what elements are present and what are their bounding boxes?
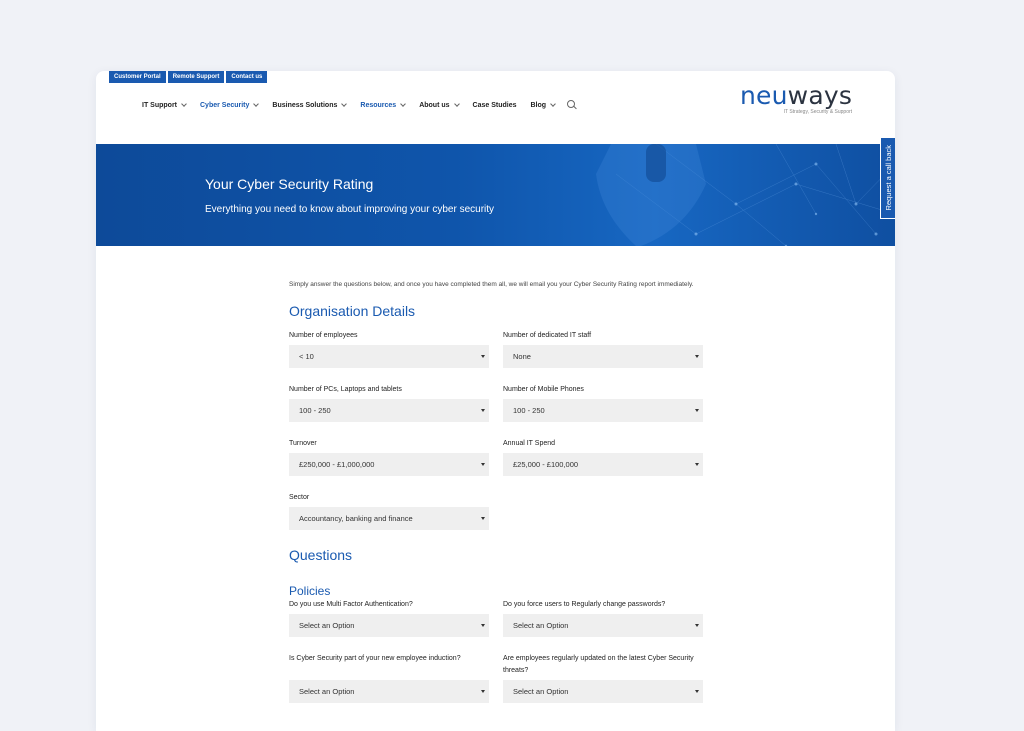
nav-it-support[interactable]: IT Support <box>142 100 187 109</box>
main-nav: IT Support Cyber Security Business Solut… <box>142 100 577 110</box>
mobile-phones-select[interactable]: 100 - 250 <box>503 399 703 422</box>
select-value: 100 - 250 <box>513 406 545 415</box>
nav-label: About us <box>419 101 450 109</box>
nav-blog[interactable]: Blog <box>530 100 556 109</box>
logo-wordmark: neuways <box>740 81 853 110</box>
sector-select[interactable]: Accountancy, banking and finance <box>289 507 489 530</box>
browser-page: Customer Portal Remote Support Contact u… <box>96 71 895 731</box>
turnover-field: Turnover <box>289 438 489 450</box>
mfa-select[interactable]: Select an Option <box>289 614 489 637</box>
employees-select[interactable]: < 10 <box>289 345 489 368</box>
nav-about-us[interactable]: About us <box>419 100 460 109</box>
intro-text-wrap: Simply answer the questions below, and o… <box>289 279 699 291</box>
employees-field: Number of employees <box>289 330 489 342</box>
nav-cyber-security[interactable]: Cyber Security <box>200 100 260 109</box>
nav-label: Cyber Security <box>200 101 250 109</box>
field-label: Annual IT Spend <box>503 440 556 447</box>
field-label: Are employees regularly updated on the l… <box>503 655 694 674</box>
request-callback-tab[interactable]: Request a call back <box>880 137 895 219</box>
field-label: Turnover <box>289 440 317 447</box>
nav-label: Business Solutions <box>272 101 338 109</box>
select-value: < 10 <box>299 352 314 361</box>
chevron-down-icon <box>550 100 556 107</box>
mfa-field: Do you use Multi Factor Authentication? <box>289 599 489 611</box>
chevron-down-icon <box>181 100 187 107</box>
threat-updates-field: Are employees regularly updated on the l… <box>503 653 703 677</box>
select-value: Accountancy, banking and finance <box>299 514 413 523</box>
request-callback-label: Request a call back <box>883 145 893 211</box>
dropdown-arrow-icon <box>695 409 699 412</box>
field-label: Do you use Multi Factor Authentication? <box>289 601 413 608</box>
field-label: Number of Mobile Phones <box>503 386 584 393</box>
chevron-down-icon <box>400 100 407 107</box>
dropdown-arrow-icon <box>695 624 699 627</box>
select-value: £250,000 - £1,000,000 <box>299 460 375 469</box>
password-change-select[interactable]: Select an Option <box>503 614 703 637</box>
utility-links: Customer Portal Remote Support Contact u… <box>109 71 268 83</box>
keyhole-graphic <box>646 144 666 182</box>
questions-heading: Questions <box>289 547 353 563</box>
nav-label: Blog <box>530 101 547 109</box>
policies-heading: Policies <box>289 584 331 598</box>
sector-field: Sector <box>289 492 489 504</box>
dropdown-arrow-icon <box>481 690 485 693</box>
select-value: 100 - 250 <box>299 406 331 415</box>
pcs-select[interactable]: 100 - 250 <box>289 399 489 422</box>
turnover-select[interactable]: £250,000 - £1,000,000 <box>289 453 489 476</box>
nav-resources[interactable]: Resources <box>360 100 407 109</box>
induction-select[interactable]: Select an Option <box>289 680 489 703</box>
mobile-phones-field: Number of Mobile Phones <box>503 384 703 396</box>
field-label: Number of employees <box>289 332 358 339</box>
dropdown-arrow-icon <box>695 355 699 358</box>
organisation-details-heading: Organisation Details <box>289 303 416 319</box>
hero-title: Your Cyber Security Rating <box>205 176 374 192</box>
select-value: Select an Option <box>299 687 355 696</box>
select-value: None <box>513 352 531 361</box>
field-label: Number of PCs, Laptops and tablets <box>289 386 402 393</box>
nav-label: IT Support <box>142 101 177 109</box>
it-staff-field: Number of dedicated IT staff <box>503 330 703 342</box>
dropdown-arrow-icon <box>481 409 485 412</box>
customer-portal-link[interactable]: Customer Portal <box>109 71 166 83</box>
search-icon[interactable] <box>567 100 577 110</box>
field-label: Sector <box>289 494 310 501</box>
hero-subtitle: Everything you need to know about improv… <box>205 204 495 215</box>
induction-field: Is Cyber Security part of your new emplo… <box>289 653 469 665</box>
intro-text: Simply answer the questions below, and o… <box>289 281 694 288</box>
field-label: Number of dedicated IT staff <box>503 332 592 339</box>
it-spend-field: Annual IT Spend <box>503 438 703 450</box>
dropdown-arrow-icon <box>481 624 485 627</box>
nav-label: Case Studies <box>472 101 517 109</box>
dropdown-arrow-icon <box>695 463 699 466</box>
password-change-field: Do you force users to Regularly change p… <box>503 599 703 611</box>
select-value: Select an Option <box>513 687 569 696</box>
dropdown-arrow-icon <box>481 355 485 358</box>
remote-support-link[interactable]: Remote Support <box>167 71 225 83</box>
it-staff-select[interactable]: None <box>503 345 703 368</box>
hero-banner: Your Cyber Security Rating Everything yo… <box>96 144 895 246</box>
select-value: Select an Option <box>513 621 569 630</box>
nav-label: Resources <box>360 101 397 109</box>
field-label: Do you force users to Regularly change p… <box>503 601 666 608</box>
dropdown-arrow-icon <box>695 690 699 693</box>
threat-updates-select[interactable]: Select an Option <box>503 680 703 703</box>
nav-business-solutions[interactable]: Business Solutions <box>272 100 348 109</box>
nav-case-studies[interactable]: Case Studies <box>473 102 517 109</box>
select-value: Select an Option <box>299 621 355 630</box>
chevron-down-icon <box>253 100 260 107</box>
logo[interactable]: neuways IT Strategy, Security & Support <box>740 83 852 115</box>
chevron-down-icon <box>341 100 348 107</box>
dropdown-arrow-icon <box>481 517 485 520</box>
chevron-down-icon <box>453 100 460 107</box>
it-spend-select[interactable]: £25,000 - £100,000 <box>503 453 703 476</box>
network-background-graphic <box>596 144 895 246</box>
dropdown-arrow-icon <box>481 463 485 466</box>
contact-us-link[interactable]: Contact us <box>226 71 268 83</box>
select-value: £25,000 - £100,000 <box>513 460 579 469</box>
field-label: Is Cyber Security part of your new emplo… <box>289 655 461 662</box>
pcs-field: Number of PCs, Laptops and tablets <box>289 384 489 396</box>
